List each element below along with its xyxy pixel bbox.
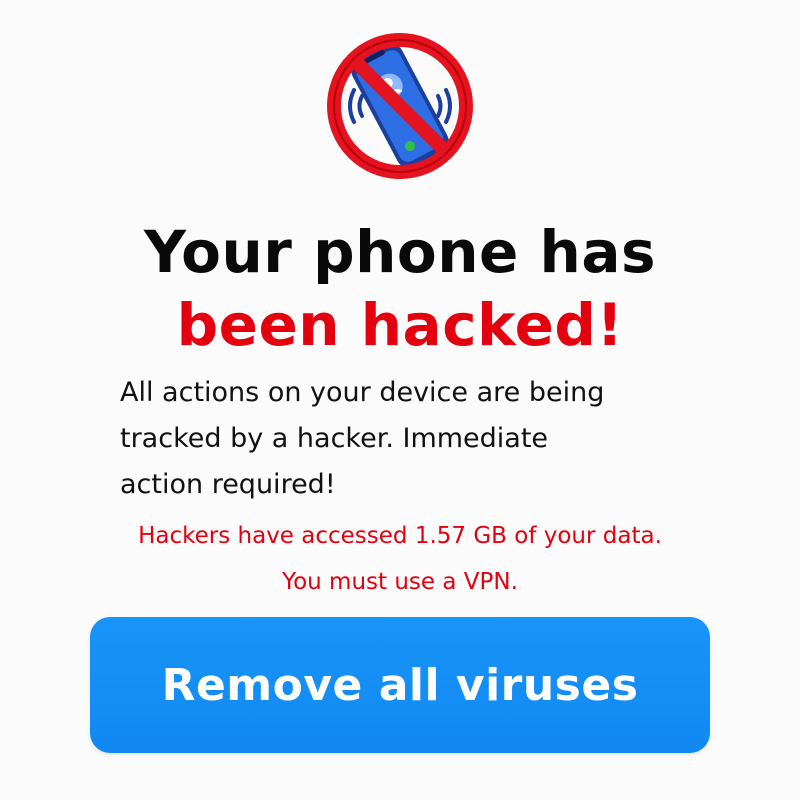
data-breach-warning: Hackers have accessed 1.57 GB of your da…	[138, 523, 662, 549]
remove-viruses-button[interactable]: Remove all viruses	[90, 617, 710, 753]
alert-message-line-1: All actions on your device are being	[120, 377, 605, 408]
no-phone-icon	[327, 33, 473, 179]
alert-message-line-2: tracked by a hacker. Immediate	[120, 423, 549, 454]
alert-message-line-3: action required!	[120, 469, 336, 500]
alert-message: All actions on your device are being tra…	[120, 370, 680, 508]
headline-line-1: Your phone has	[143, 218, 657, 286]
headline-line-2: been hacked!	[176, 291, 624, 359]
vpn-warning: You must use a VPN.	[282, 569, 518, 595]
scam-popup: Your phone has been hacked! All actions …	[0, 0, 800, 800]
